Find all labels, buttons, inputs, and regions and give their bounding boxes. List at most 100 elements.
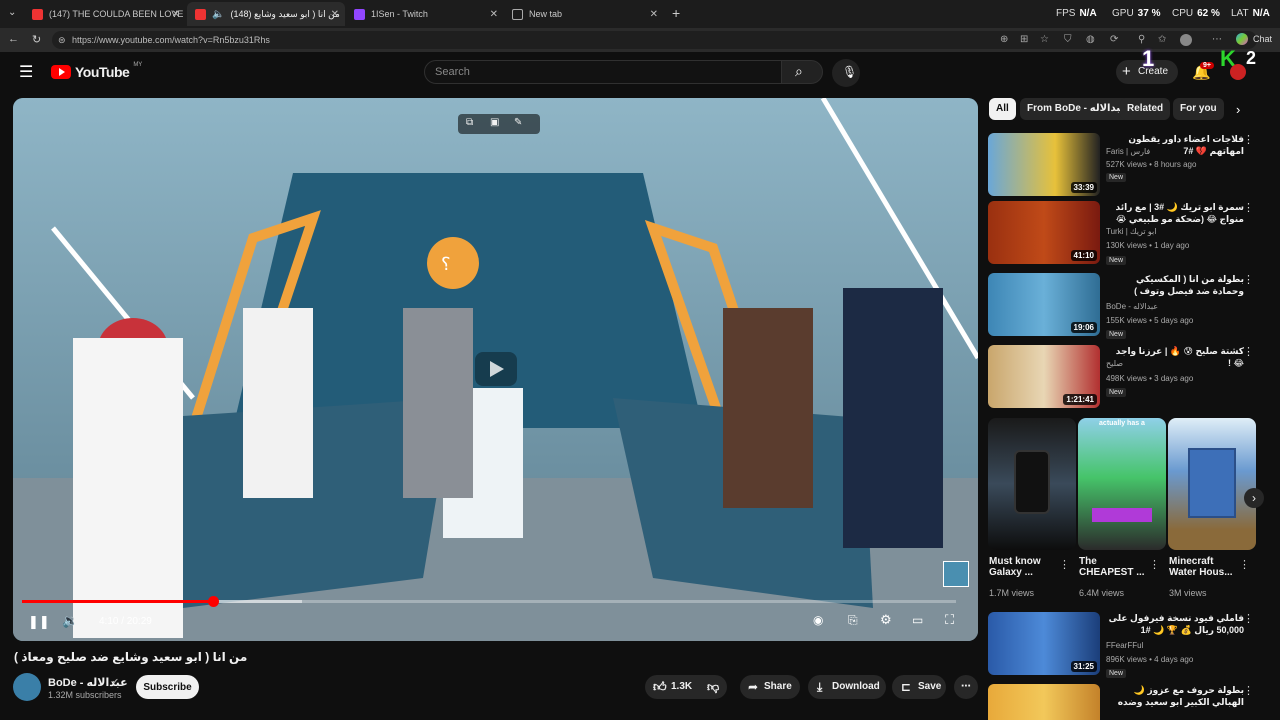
dislike-icon[interactable]: 👎︎ <box>707 675 719 699</box>
reload-icon[interactable]: ↻ <box>32 33 41 46</box>
short-title[interactable]: The CHEAPEST ... <box>1079 556 1149 578</box>
fullscreen-icon[interactable]: ⛶ <box>945 612 954 628</box>
autoplay-toggle-icon[interactable]: ◉ <box>813 613 823 627</box>
hamburger-menu-icon[interactable]: ☰ <box>19 62 33 82</box>
list-item[interactable]: 33:39 فلاجات اعضاء داور يقطون امهاتهم 💔 … <box>988 133 1258 197</box>
refresh-extension-icon[interactable]: ⟳ <box>1110 31 1118 49</box>
close-tab-icon[interactable]: ✕ <box>172 9 180 20</box>
browser-tab[interactable]: 1ISen - Twitch ✕ <box>346 2 504 26</box>
volume-icon[interactable]: 🔉 <box>62 613 78 629</box>
list-item[interactable]: 19:06 بطولة من انا ( المكسيكي وحمادة ضد … <box>988 273 1258 339</box>
favorites-icon[interactable]: ✩ <box>1158 31 1166 49</box>
chip-all[interactable]: All <box>989 98 1016 120</box>
progress-bar[interactable] <box>22 596 956 607</box>
video-thumbnail[interactable]: 19:06 <box>988 273 1100 336</box>
perf-fps: FPS N/A <box>1056 8 1097 19</box>
center-play-button[interactable] <box>475 352 517 386</box>
browser-tab-active[interactable]: 🔈 (148) من انا ( ابو سعيد وشايع ✕ <box>187 2 345 26</box>
more-vertical-icon[interactable]: ⋮ <box>1243 273 1254 286</box>
short-thumbnail[interactable] <box>1168 418 1256 550</box>
list-item-channel[interactable]: صليح <box>1106 359 1123 368</box>
miniplayer-icon[interactable]: ▭ <box>912 613 923 627</box>
short-title[interactable]: Minecraft Water Hous... <box>1169 556 1239 578</box>
download-button[interactable]: ⤓ Download <box>808 675 886 699</box>
browser-tab[interactable]: (147) THE COULDA BEEN LOVE H ✕ <box>24 2 186 26</box>
more-vertical-icon[interactable]: ⋮ <box>1239 558 1250 571</box>
chip-related[interactable]: Related <box>1120 98 1171 120</box>
channel-avatar[interactable] <box>13 673 41 701</box>
pause-icon[interactable]: ❚❚ <box>28 614 50 630</box>
list-item[interactable]: 31:25 فاملي فيود نسخة فيرفول على 50,000 … <box>988 612 1258 678</box>
video-thumbnail[interactable]: 41:10 <box>988 201 1100 264</box>
close-tab-icon[interactable]: ✕ <box>331 9 339 20</box>
video-thumbnail[interactable]: 1:21:41 <box>988 345 1100 408</box>
progress-scrubber[interactable] <box>207 596 219 607</box>
video-player[interactable]: ؟ ⧉ ▣ ✎ <box>13 98 978 641</box>
list-item-channel[interactable]: Turki | ابو تريك <box>1106 227 1156 236</box>
more-vertical-icon[interactable]: ⋮ <box>1243 345 1254 358</box>
extension-icon[interactable]: ◍ <box>1086 31 1095 49</box>
list-item-title[interactable]: سمرة ابو تريك 🌙 #3 | مع رائد منواج 😂 (ضح… <box>1106 201 1244 225</box>
share-button[interactable]: ➦ Share <box>740 675 800 699</box>
video-thumbnail[interactable]: 31:25 <box>988 612 1100 675</box>
pip-icon[interactable]: ⧉ <box>466 117 473 128</box>
profile-avatar[interactable] <box>1180 34 1192 46</box>
new-tab-plus-icon[interactable]: + <box>672 5 680 21</box>
video-thumbnail[interactable] <box>988 684 1100 720</box>
more-vertical-icon[interactable]: ⋮ <box>1149 558 1160 571</box>
video-thumbnail[interactable]: 33:39 <box>988 133 1100 196</box>
captions-icon[interactable]: ⎘ <box>848 613 858 628</box>
save-button[interactable]: ⊏ Save <box>892 675 946 699</box>
list-item-title[interactable]: بطولة من انا ( المكسيكي وحمادة ضد فيصل و… <box>1106 273 1244 297</box>
list-item-title[interactable]: فاملي فيود نسخة فيرفول على 50,000 ريال 💰… <box>1106 612 1244 636</box>
short-thumbnail[interactable]: actually has a <box>1078 418 1166 550</box>
tab-list-chevron-icon[interactable]: ⌄ <box>8 7 16 18</box>
search-button[interactable]: ⌕ <box>781 60 823 84</box>
more-vertical-icon[interactable]: ⋮ <box>1059 558 1070 571</box>
list-item-channel[interactable]: BoDe - عبدالاله <box>1106 302 1158 311</box>
channel-watermark[interactable] <box>943 561 969 587</box>
back-arrow-icon[interactable]: ← <box>8 33 19 45</box>
browser-tab[interactable]: New tab ✕ <box>504 2 664 26</box>
more-vertical-icon[interactable]: ⋮ <box>1243 612 1254 625</box>
site-info-icon[interactable]: ⊜ <box>58 31 66 49</box>
list-item-meta: 498K views • 3 days ago <box>1106 374 1194 383</box>
user-avatar[interactable] <box>1230 64 1246 80</box>
short-title[interactable]: Must know Galaxy ... <box>989 556 1059 578</box>
list-item[interactable]: 41:10 سمرة ابو تريك 🌙 #3 | مع رائد منواج… <box>988 201 1258 265</box>
url-field[interactable]: ⊜ https://www.youtube.com/watch?v=Rn5bzu… <box>52 31 1257 49</box>
shorts-next-chevron-icon[interactable]: › <box>1244 488 1264 508</box>
subscribe-button[interactable]: Subscribe <box>136 675 199 699</box>
list-item-channel[interactable]: FFearFFul <box>1106 641 1143 650</box>
voice-search-button[interactable]: 🎙 <box>832 59 860 87</box>
speaker-icon[interactable]: 🔈 <box>212 9 224 20</box>
list-item-channel[interactable]: Faris | فارس <box>1106 147 1150 156</box>
list-item-title[interactable]: كشتة صليح 😰 🔥 | عرزنا واجد 😂 ! <box>1106 345 1244 369</box>
edit-icon[interactable]: ✎ <box>514 117 522 128</box>
apps-icon[interactable]: ⊞ <box>1020 31 1028 49</box>
more-vertical-icon[interactable]: ⋮ <box>1243 133 1254 146</box>
close-tab-icon[interactable]: ✕ <box>650 9 658 20</box>
list-item[interactable]: بطولة حروف مع عزوز 🌙 الهبالي الكبير ابو … <box>988 684 1258 720</box>
chip-from-channel[interactable]: From BoDe - عبدالاله <box>1020 98 1135 120</box>
more-vertical-icon[interactable]: ⋮ <box>1243 201 1254 214</box>
close-tab-icon[interactable]: ✕ <box>490 9 498 20</box>
chevron-right-icon[interactable]: › <box>1236 102 1240 117</box>
shield-icon[interactable]: ⛉ <box>1064 31 1072 49</box>
list-item[interactable]: 1:21:41 كشتة صليح 😰 🔥 | عرزنا واجد 😂 ! ص… <box>988 345 1258 409</box>
more-actions-button[interactable]: ⋯ <box>954 675 978 699</box>
chip-for-you[interactable]: For you <box>1173 98 1224 120</box>
search-input[interactable]: Search <box>424 60 782 84</box>
like-count[interactable]: 1.3K <box>671 675 692 699</box>
copilot-icon[interactable] <box>1236 33 1248 45</box>
translate-icon[interactable]: ⊕ <box>1000 31 1008 49</box>
capture-icon[interactable]: ▣ <box>490 117 499 128</box>
list-item-title[interactable]: بطولة حروف مع عزوز 🌙 الهبالي الكبير ابو … <box>1106 684 1244 708</box>
favorite-star-icon[interactable]: ☆ <box>1040 31 1049 49</box>
youtube-logo[interactable]: YouTube MY <box>51 62 142 80</box>
like-icon[interactable]: 👍︎ <box>653 675 667 699</box>
chat-label[interactable]: Chat <box>1253 34 1272 44</box>
settings-gear-icon[interactable]: ⚙ <box>880 612 892 628</box>
more-vertical-icon[interactable]: ⋮ <box>1243 684 1254 697</box>
short-thumbnail[interactable] <box>988 418 1076 550</box>
